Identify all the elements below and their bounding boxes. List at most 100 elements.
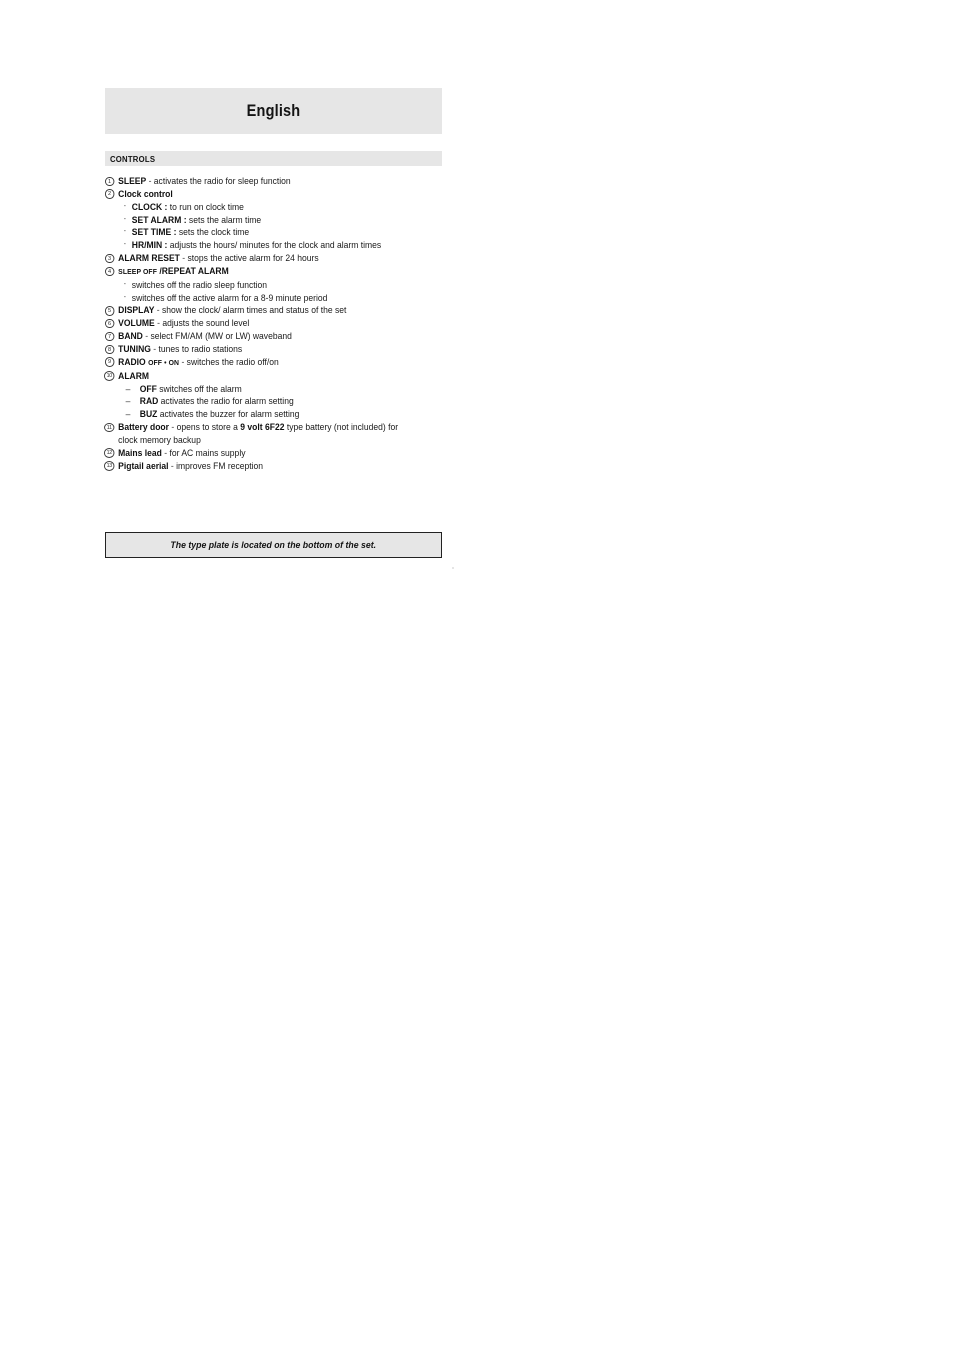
control-separator: - <box>148 176 152 186</box>
type-plate-notice-text: The type plate is located on the bottom … <box>170 540 377 550</box>
control-term: /REPEAT ALARM <box>159 265 229 276</box>
control-number-badge: 10 <box>104 371 115 381</box>
control-term: RADIO <box>118 356 146 367</box>
control-subitem: – OFF switches off the alarm <box>125 383 242 394</box>
control-item: 2 Clock control - CLOCK : to run on clock t… <box>105 188 455 252</box>
control-item: 10 ALARM – OFF switches off the alarm – RAD a… <box>104 370 455 421</box>
control-number-badge: 3 <box>105 253 114 264</box>
control-text: BAND - select FM/AM (MW or LW) waveband <box>118 331 292 342</box>
control-item: 11 Battery door - opens to store a 9 volt… <box>104 421 455 447</box>
control-text: TUNING - tunes to radio stations <box>118 343 243 354</box>
control-item: 12 Mains lead - for AC mains supply <box>104 447 455 460</box>
control-subitem-bullet: – <box>125 396 131 407</box>
control-subitem-bullet: - <box>123 293 127 301</box>
type-plate-notice-box: The type plate is located on the bottom … <box>105 532 442 558</box>
control-subitem: - SET TIME : sets the clock time <box>123 227 250 238</box>
control-text: SLEEP OFF /REPEAT ALARM <box>118 265 455 279</box>
control-term: BAND <box>118 331 143 342</box>
control-text: VOLUME - adjusts the sound level <box>118 318 250 329</box>
control-separator: - <box>145 331 149 342</box>
control-subitem: - switches off the radio sleep function <box>123 279 268 290</box>
control-subitem-bullet: - <box>123 202 127 210</box>
control-term: Clock control <box>118 188 173 199</box>
control-description-emphasis: 9 volt 6F22 <box>240 422 285 433</box>
control-subitem: - HR/MIN : adjusts the hours/ minutes for… <box>123 240 382 251</box>
manual-page-content: English CONTROLS 1 SLEEP - activates the … <box>104 88 442 472</box>
control-text: ALARM <box>118 370 455 383</box>
control-subitem-term: HR/MIN : <box>131 240 168 251</box>
section-title: CONTROLS <box>110 153 156 164</box>
control-subitem-term: CLOCK : <box>131 201 168 212</box>
language-header-band: English <box>105 88 442 134</box>
control-text: Mains lead - for AC mains supply <box>118 447 246 458</box>
control-item: 1 SLEEP - activates the radio for sleep f… <box>105 175 455 188</box>
control-separator: - <box>182 253 186 264</box>
control-subitem-bullet: - <box>123 228 127 236</box>
control-term: ALARM <box>118 370 150 381</box>
control-number-badge: 2 <box>105 189 114 199</box>
control-subitem-term: SET ALARM : <box>131 214 187 225</box>
control-subitem-bullet: – <box>125 409 131 420</box>
control-item: 6 VOLUME - adjusts the sound level <box>105 317 455 330</box>
control-text: Clock control <box>118 188 455 201</box>
section-header-controls: CONTROLS <box>105 151 442 166</box>
control-subitem-bullet: – <box>125 383 131 394</box>
control-subitem-bullet: - <box>123 280 127 288</box>
control-item: 7 BAND - select FM/AM (MW or LW) waveband <box>105 330 455 343</box>
control-text: ALARM RESET - stops the active alarm for… <box>118 253 319 264</box>
control-item: 9 RADIO OFF • ON - switches the radio off… <box>105 356 455 370</box>
control-subitem-term: SET TIME : <box>131 227 177 238</box>
control-text: DISPLAY - show the clock/ alarm times an… <box>118 305 347 316</box>
control-term: DISPLAY <box>118 305 155 316</box>
control-term: VOLUME <box>118 318 155 329</box>
control-text: Pigtail aerial - improves FM reception <box>118 460 264 471</box>
control-term: Pigtail aerial <box>118 460 169 471</box>
control-separator: - <box>171 422 175 433</box>
control-number-badge: 1 <box>105 176 114 187</box>
control-number-badge: 8 <box>105 344 114 355</box>
control-number-badge: 9 <box>105 357 114 367</box>
control-separator: - <box>170 460 174 471</box>
control-number-badge: 7 <box>105 331 114 342</box>
control-term: Battery door <box>118 422 169 433</box>
page-title: English <box>246 101 301 120</box>
control-description-wrap-line: clock memory backup <box>118 434 201 445</box>
control-number-badge: 6 <box>105 318 114 329</box>
control-subitem-bullet: - <box>123 241 127 249</box>
control-number-badge: 5 <box>105 306 114 316</box>
control-item: 5 DISPLAY - show the clock/ alarm times a… <box>105 304 455 317</box>
control-number-badge: 11 <box>104 422 115 433</box>
control-term: Mains lead <box>118 447 162 458</box>
control-subitem: – RAD activates the radio for alarm setti… <box>125 396 294 407</box>
control-subitem: – BUZ activates the buzzer for alarm sett… <box>125 409 300 420</box>
control-term-smallcaps: SLEEP OFF <box>118 266 157 276</box>
control-text: Battery door - opens to store a 9 volt 6… <box>118 422 399 433</box>
control-term: ALARM RESET <box>118 253 180 264</box>
control-item: 13 Pigtail aerial - improves FM reception <box>104 460 455 473</box>
control-subitem-term: BUZ <box>139 409 158 420</box>
control-subitem: - CLOCK : to run on clock time <box>123 201 244 212</box>
control-item: 3 ALARM RESET - stops the active alarm fo… <box>105 252 455 265</box>
control-text: RADIO OFF • ON - switches the radio off/… <box>118 356 279 367</box>
control-term-smallcaps: OFF • ON <box>148 357 180 367</box>
control-separator: - <box>153 343 157 354</box>
control-subitem: - switches off the active alarm for a 8-9… <box>123 292 328 303</box>
control-separator: - <box>164 447 168 458</box>
control-subitem-bullet: - <box>123 215 127 223</box>
control-separator: - <box>181 356 185 367</box>
control-term: SLEEP <box>118 176 147 186</box>
control-number-badge: 4 <box>105 266 114 276</box>
control-number-badge: 13 <box>104 461 115 471</box>
control-text: SLEEP - activates the radio for sleep fu… <box>118 176 291 186</box>
scan-artifact-dot <box>452 567 454 569</box>
control-subitem-term: OFF <box>139 383 157 394</box>
control-subitem: - SET ALARM : sets the alarm time <box>123 214 262 225</box>
control-number-badge: 12 <box>104 448 115 458</box>
control-item: 4 SLEEP OFF /REPEAT ALARM - switches off th… <box>105 265 455 305</box>
control-subitem-term: RAD <box>139 396 159 407</box>
control-term: TUNING <box>118 343 151 354</box>
control-separator: - <box>157 318 160 329</box>
controls-list: 1 SLEEP - activates the radio for sleep f… <box>104 175 442 472</box>
control-item: 8 TUNING - tunes to radio stations <box>105 343 455 356</box>
control-separator: - <box>156 305 160 316</box>
